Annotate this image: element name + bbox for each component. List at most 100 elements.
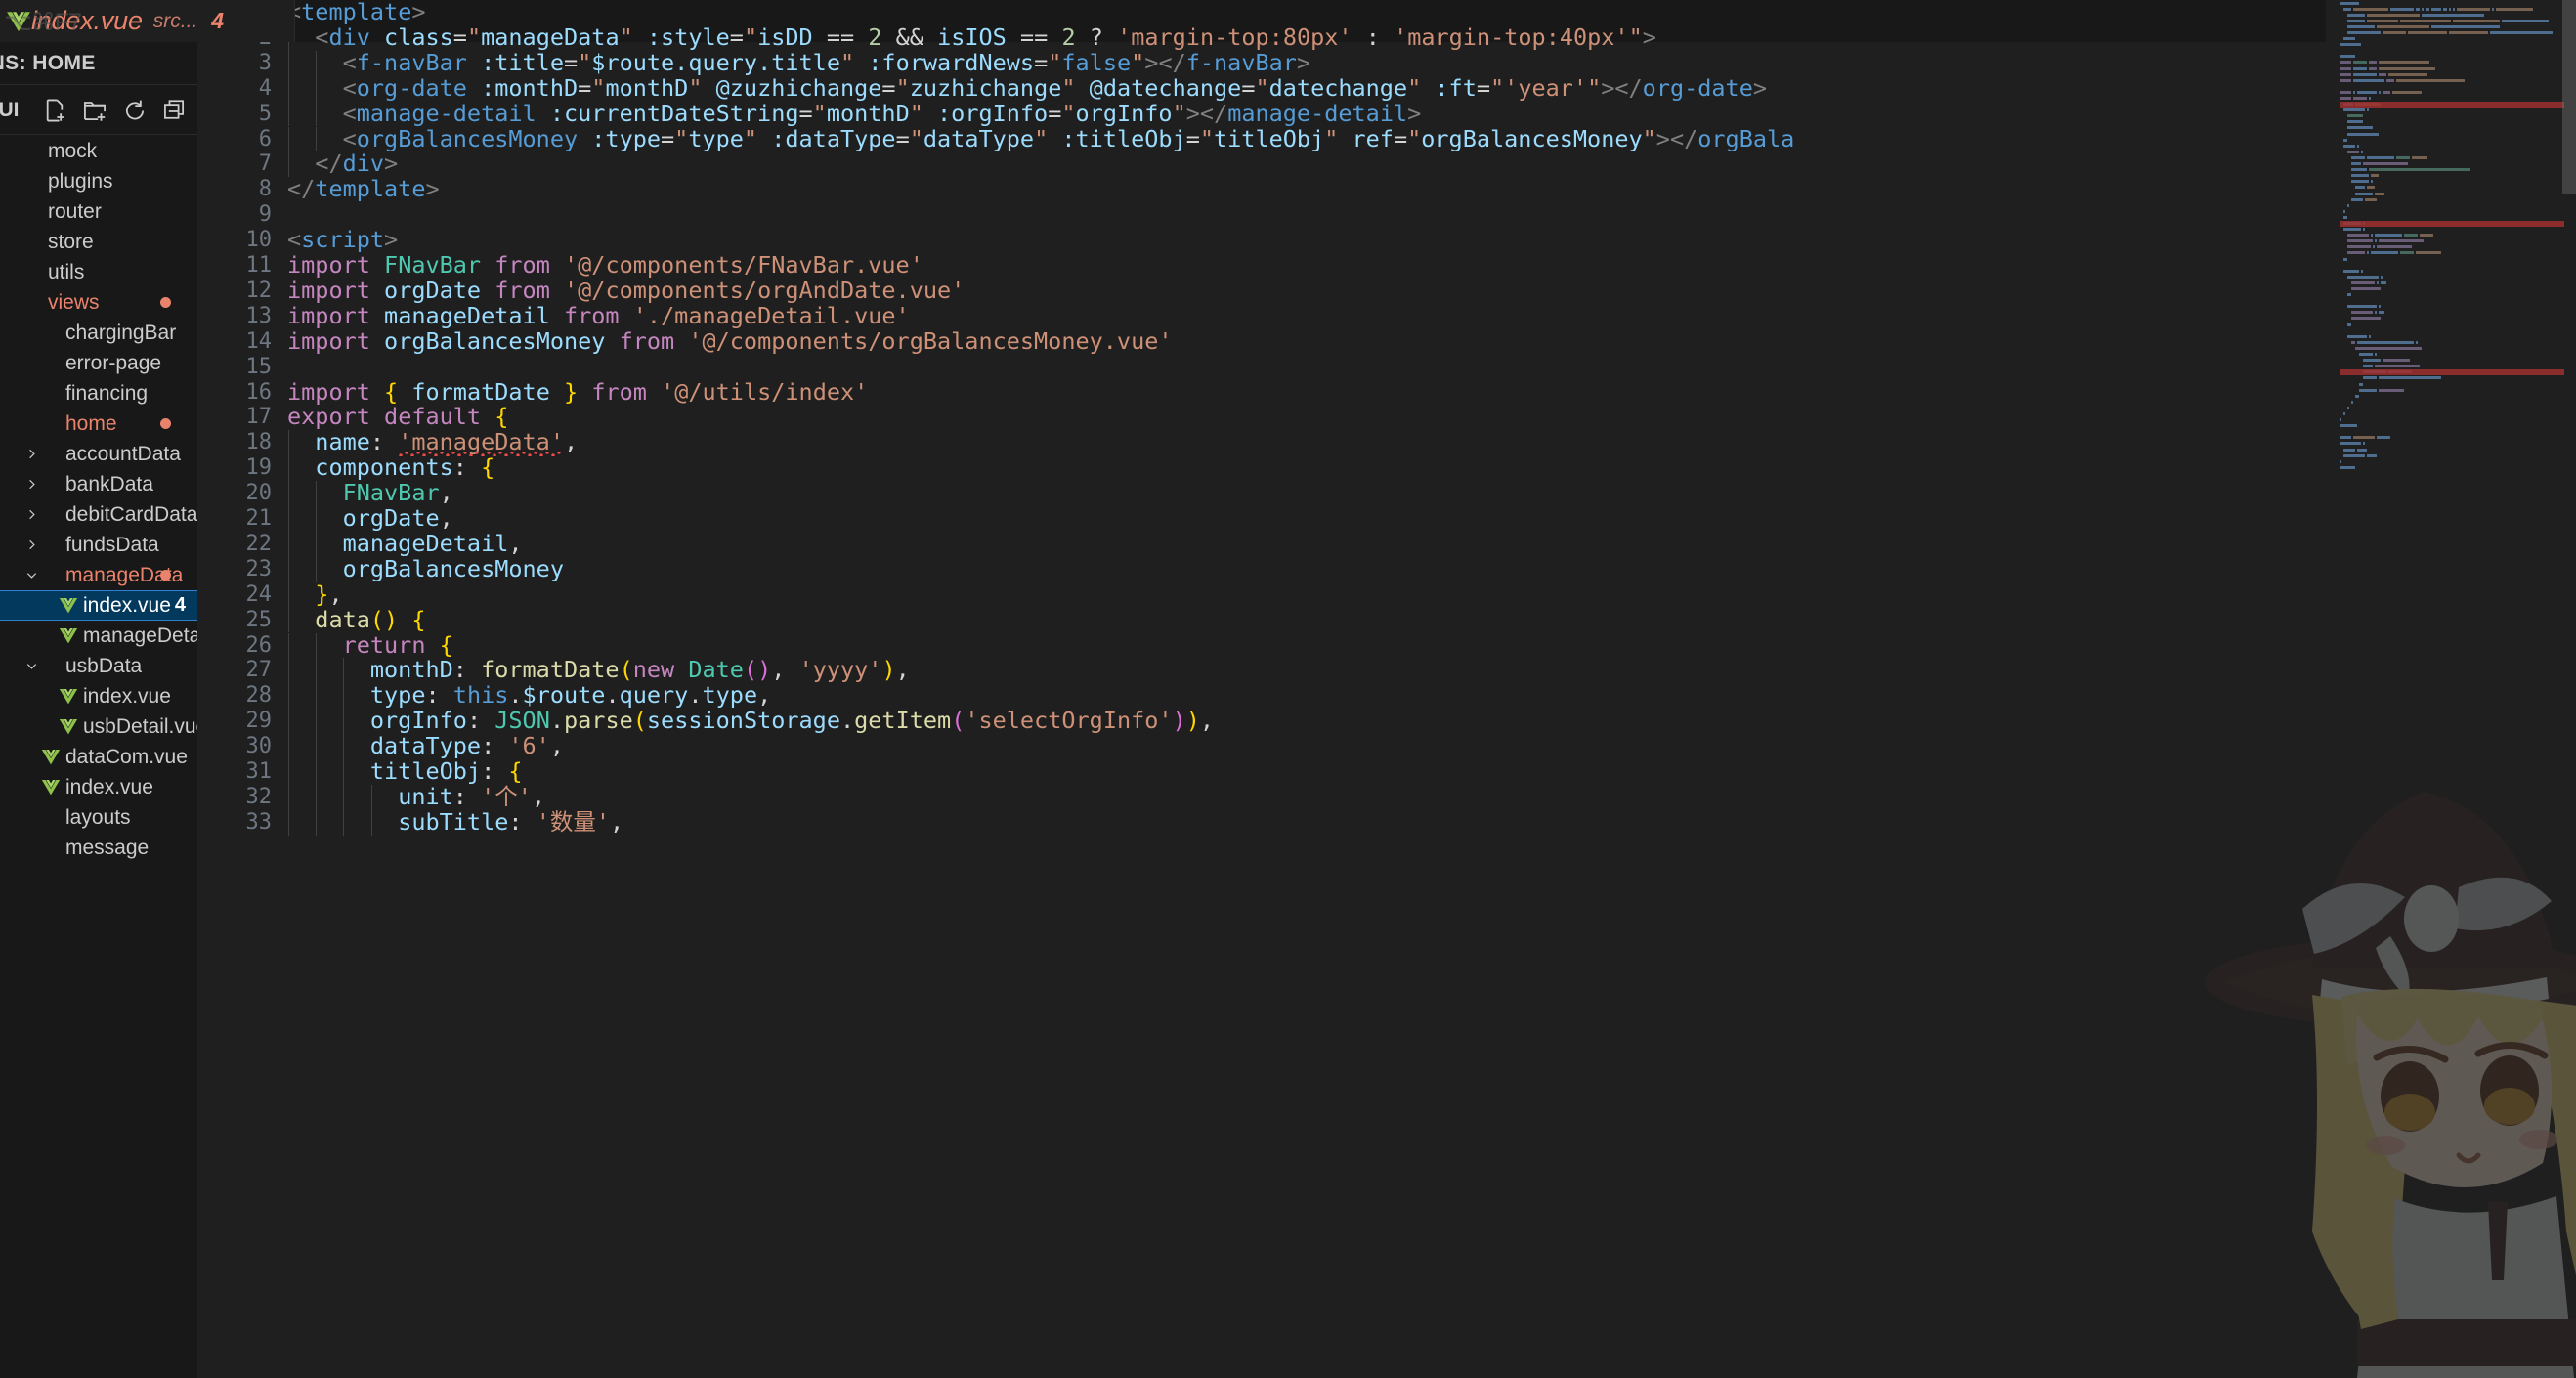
editor-scrollbar[interactable] (2562, 0, 2576, 194)
tree-item-utils[interactable]: utils (0, 257, 197, 287)
minimap-token (2347, 126, 2373, 130)
minimap-token (2340, 1, 2359, 5)
code-line[interactable]: import FNavBar from '@/components/FNavBa… (287, 252, 923, 279)
refresh-icon[interactable] (122, 98, 148, 123)
tree-item-plugins[interactable]: plugins (0, 166, 197, 196)
line-number: 11 (245, 253, 273, 278)
code-line[interactable]: return { (287, 632, 453, 659)
code-line[interactable]: orgBalancesMoney (287, 556, 564, 582)
minimap-token (2377, 24, 2429, 28)
minimap-token (2367, 13, 2420, 17)
code-line[interactable]: <manage-detail :currentDateString="month… (287, 101, 1422, 127)
indent-guide (288, 556, 289, 582)
code-line[interactable]: <org-date :monthD="monthD" @zuzhichange=… (287, 75, 1767, 102)
tree-item-store[interactable]: store (0, 227, 197, 257)
tree-item-index-vue[interactable]: index.vue (0, 681, 197, 711)
code-line[interactable]: data() { (287, 607, 425, 633)
code-editor-surface[interactable]: 1<template>2 <div class="manageData" :st… (197, 0, 2576, 1378)
minimap-token (2431, 24, 2500, 28)
new-folder-icon[interactable] (82, 98, 107, 123)
code-line[interactable]: <template> (287, 0, 426, 25)
code-line[interactable]: <f-navBar :title="$route.query.title" :f… (287, 50, 1310, 76)
code-line[interactable]: import { formatDate } from '@/utils/inde… (287, 379, 868, 406)
tab-strip: ⌥⌘F7 index.vue src... 4 (0, 0, 295, 42)
code-line[interactable]: subTitle: '数量', (287, 809, 623, 836)
minimap-token (2416, 340, 2418, 344)
indent-guide (288, 75, 289, 102)
code-line[interactable]: <orgBalancesMoney :type="type" :dataType… (287, 126, 1795, 152)
code-line[interactable]: </div> (287, 151, 398, 177)
tree-item-chargingbar[interactable]: chargingBar (0, 318, 197, 348)
code-line[interactable]: orgInfo: JSON.parse(sessionStorage.getIt… (287, 708, 1214, 734)
minimap-token (2340, 442, 2361, 446)
code-line[interactable]: dataType: '6', (287, 733, 564, 759)
code-line[interactable]: </template> (287, 176, 440, 202)
tree-item-views[interactable]: views (0, 287, 197, 318)
line-number: 15 (245, 354, 273, 379)
minimap-token (2449, 7, 2451, 11)
code-line[interactable]: import manageDetail from './manageDetail… (287, 303, 910, 329)
tree-item-layouts[interactable]: layouts (0, 802, 197, 833)
tree-item-fundsdata[interactable]: fundsData (0, 530, 197, 560)
tree-item-usbdata[interactable]: usbData (0, 651, 197, 681)
file-explorer-tree[interactable]: mock plugins router store utils views charging… (0, 136, 197, 1378)
tree-item-error-page[interactable]: error-page (0, 348, 197, 378)
code-line[interactable]: titleObj: { (287, 758, 523, 785)
minimap-token (2375, 365, 2420, 368)
chevron-right-icon[interactable] (23, 447, 40, 461)
tree-item-bankdata[interactable]: bankData (0, 469, 197, 499)
code-line[interactable]: FNavBar, (287, 480, 453, 506)
tree-item-debitcarddata[interactable]: debitCardData (0, 499, 197, 530)
code-line[interactable]: export default { (287, 404, 508, 430)
code-line[interactable]: unit: '个', (287, 784, 545, 810)
new-file-icon[interactable] (42, 98, 67, 123)
minimap-token (2343, 209, 2345, 213)
indent-guide (370, 809, 372, 836)
tree-item-index-vue[interactable]: index.vue 4 (0, 590, 197, 621)
minimap-token (2343, 108, 2365, 112)
editor-minimap[interactable] (2326, 0, 2576, 1378)
code-line[interactable]: manageDetail, (287, 531, 523, 557)
tree-item-mock[interactable]: mock (0, 136, 197, 166)
tree-item-accountdata[interactable]: accountData (0, 439, 197, 469)
editor-tab-index-vue[interactable]: ⌥⌘F7 index.vue src... 4 (0, 0, 295, 42)
minimap-token (2357, 90, 2377, 94)
minimap-token (2367, 251, 2369, 255)
minimap-token (2379, 388, 2404, 392)
collapse-all-icon[interactable] (162, 98, 188, 123)
tree-item-financing[interactable]: financing (0, 378, 197, 409)
minimap-token (2375, 192, 2384, 195)
tree-item-home[interactable]: home (0, 409, 197, 439)
minimap-token (2453, 7, 2455, 11)
code-line[interactable]: <div class="manageData" :style="isDD == … (287, 24, 1656, 51)
code-line[interactable]: type: this.$route.query.type, (287, 682, 771, 709)
vue-file-icon (58, 597, 79, 614)
code-line[interactable]: orgDate, (287, 505, 453, 532)
chevron-down-icon[interactable] (23, 659, 40, 673)
chevron-right-icon[interactable] (23, 477, 40, 492)
modified-indicator-dot (160, 570, 171, 581)
modified-indicator-dot (160, 297, 171, 308)
chevron-right-icon[interactable] (23, 538, 40, 552)
indent-guide (288, 531, 289, 557)
code-line[interactable]: monthD: formatDate(new Date(), 'yyyy'), (287, 657, 910, 683)
explorer-section-header[interactable]: MEUI (0, 86, 197, 135)
tree-item-message[interactable]: message (0, 833, 197, 863)
code-line[interactable]: }, (287, 581, 342, 608)
line-number: 3 (258, 50, 272, 75)
code-line[interactable]: import orgDate from '@/components/orgAnd… (287, 278, 965, 304)
tree-item-managedetail-vue[interactable]: manageDetail.vue (0, 621, 197, 651)
tree-item-datacom-vue[interactable]: dataCom.vue (0, 742, 197, 772)
tree-item-label: dataCom.vue (65, 745, 188, 768)
chevron-right-icon[interactable] (23, 507, 40, 522)
line-number: 30 (245, 734, 273, 759)
code-line[interactable]: import orgBalancesMoney from '@/componen… (287, 328, 1173, 355)
tree-item-router[interactable]: router (0, 196, 197, 227)
code-line[interactable]: components: { (287, 454, 494, 481)
tree-item-index-vue[interactable]: index.vue (0, 772, 197, 802)
chevron-down-icon[interactable] (23, 568, 40, 582)
tree-item-usbdetail-vue[interactable]: usbDetail.vue (0, 711, 197, 742)
line-number: 24 (245, 581, 273, 607)
code-line[interactable]: <script> (287, 227, 398, 253)
tree-item-managedata[interactable]: manageData (0, 560, 197, 590)
